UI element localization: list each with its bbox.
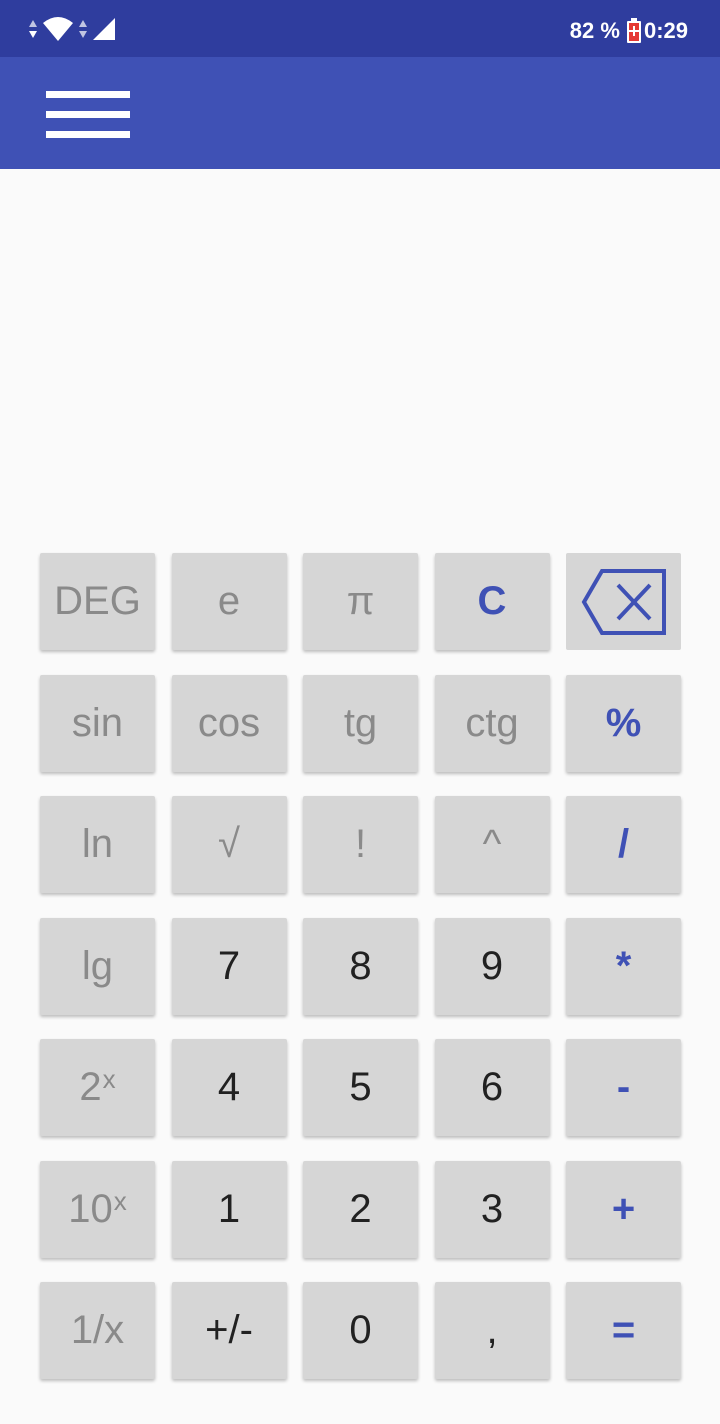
key-label: 1 [217,1186,241,1231]
factorial-key[interactable]: ! [303,796,418,893]
key-label: 7 [217,943,241,988]
key-label: e [217,579,241,623]
key-superscript: x [102,1064,116,1094]
key-label: 0 [349,1308,372,1352]
key-label: 4 [217,1065,241,1109]
e-key[interactable]: e [171,553,287,650]
key-label: √ [218,822,240,866]
key-label: ! [354,822,367,866]
key-label: 9 [480,943,504,988]
battery-charging-icon [626,18,641,43]
status-icons [28,16,116,42]
key-label: % [605,700,642,745]
key-label: = [611,1308,636,1352]
ctg-key[interactable]: ctg [434,674,550,772]
clock: 0:29 [643,18,688,43]
hamburger-menu-icon [46,90,130,98]
power-key[interactable]: ^ [434,796,550,893]
comma-key[interactable]: , [434,1282,550,1379]
seven-key[interactable]: 7 [171,917,287,1015]
pi-key[interactable]: π [303,553,418,650]
sin-key[interactable]: sin [40,674,155,772]
eight-key[interactable]: 8 [303,917,418,1015]
key-superscript: x [113,1185,127,1216]
key-label: 10 [68,1186,113,1231]
equals-key[interactable]: = [566,1282,681,1379]
deg-key[interactable]: DEG [40,553,155,650]
minus-key[interactable]: - [566,1039,681,1136]
two-key[interactable]: 2 [303,1160,418,1258]
backspace-key[interactable] [566,553,681,650]
key-label: 3 [480,1186,504,1231]
key-label: 2 [79,1065,102,1109]
percent-key[interactable]: % [566,674,681,772]
key-label: cos [197,700,261,745]
data-arrows-icon [29,20,37,38]
wifi-icon [43,17,73,41]
five-key[interactable]: 5 [303,1039,418,1136]
key-label: DEG [54,579,141,623]
key-label: ^ [482,822,502,866]
key-label: 5 [349,1065,372,1109]
menu-button[interactable] [34,79,144,149]
plus-key[interactable]: + [566,1160,681,1258]
key-label: 2 [349,1186,372,1231]
key-label: sin [71,700,124,745]
backspace-icon [581,568,666,635]
one-key[interactable]: 1 [171,1160,287,1258]
key-label: ln [81,822,114,866]
key-label: + [611,1186,636,1231]
key-label: tg [343,700,378,745]
key-label: lg [81,943,114,988]
data-arrows-icon [79,20,87,38]
calculator-display [0,169,720,539]
battery-percent: 82 % [569,18,620,43]
cell-signal-icon [93,18,115,40]
key-label: , [486,1308,498,1352]
tg-key[interactable]: tg [303,674,418,772]
two-pow-x-key[interactable]: 2x [40,1039,155,1136]
divide-key[interactable]: / [566,796,681,893]
zero-key[interactable]: 0 [303,1282,418,1379]
key-label: / [617,822,630,866]
key-label: π [346,579,375,623]
ten-pow-x-key[interactable]: 10 x [40,1160,155,1258]
key-label: +/- [205,1308,253,1352]
key-label: - [616,1065,631,1109]
key-label: ctg [465,700,519,745]
status-right: 82 % 0:29 [570,18,688,44]
key-label: C [477,579,507,623]
key-label: * [615,943,632,988]
app-bar [0,57,720,169]
key-label: 1/x [70,1308,125,1352]
lg-key[interactable]: lg [40,917,155,1015]
ln-key[interactable]: ln [40,796,155,893]
reciprocal-key[interactable]: 1/x [40,1282,155,1379]
sqrt-key[interactable]: √ [171,796,287,893]
multiply-key[interactable]: * [566,917,681,1015]
keypad: DEG e π Csin cos tg ctg% ln √! ^ / lg 7 8 9 * 2 x 4 5 6-10 x 1… [40,553,681,1381]
nine-key[interactable]: 9 [434,917,550,1015]
three-key[interactable]: 3 [434,1160,550,1258]
status-bar: 82 % 0:29 [0,0,720,57]
six-key[interactable]: 6 [434,1039,550,1136]
key-label: 8 [349,943,372,988]
key-label: 6 [480,1065,504,1109]
cos-key[interactable]: cos [171,674,287,772]
negate-key[interactable]: +/- [171,1282,287,1379]
clear-key[interactable]: C [434,553,550,650]
four-key[interactable]: 4 [171,1039,287,1136]
